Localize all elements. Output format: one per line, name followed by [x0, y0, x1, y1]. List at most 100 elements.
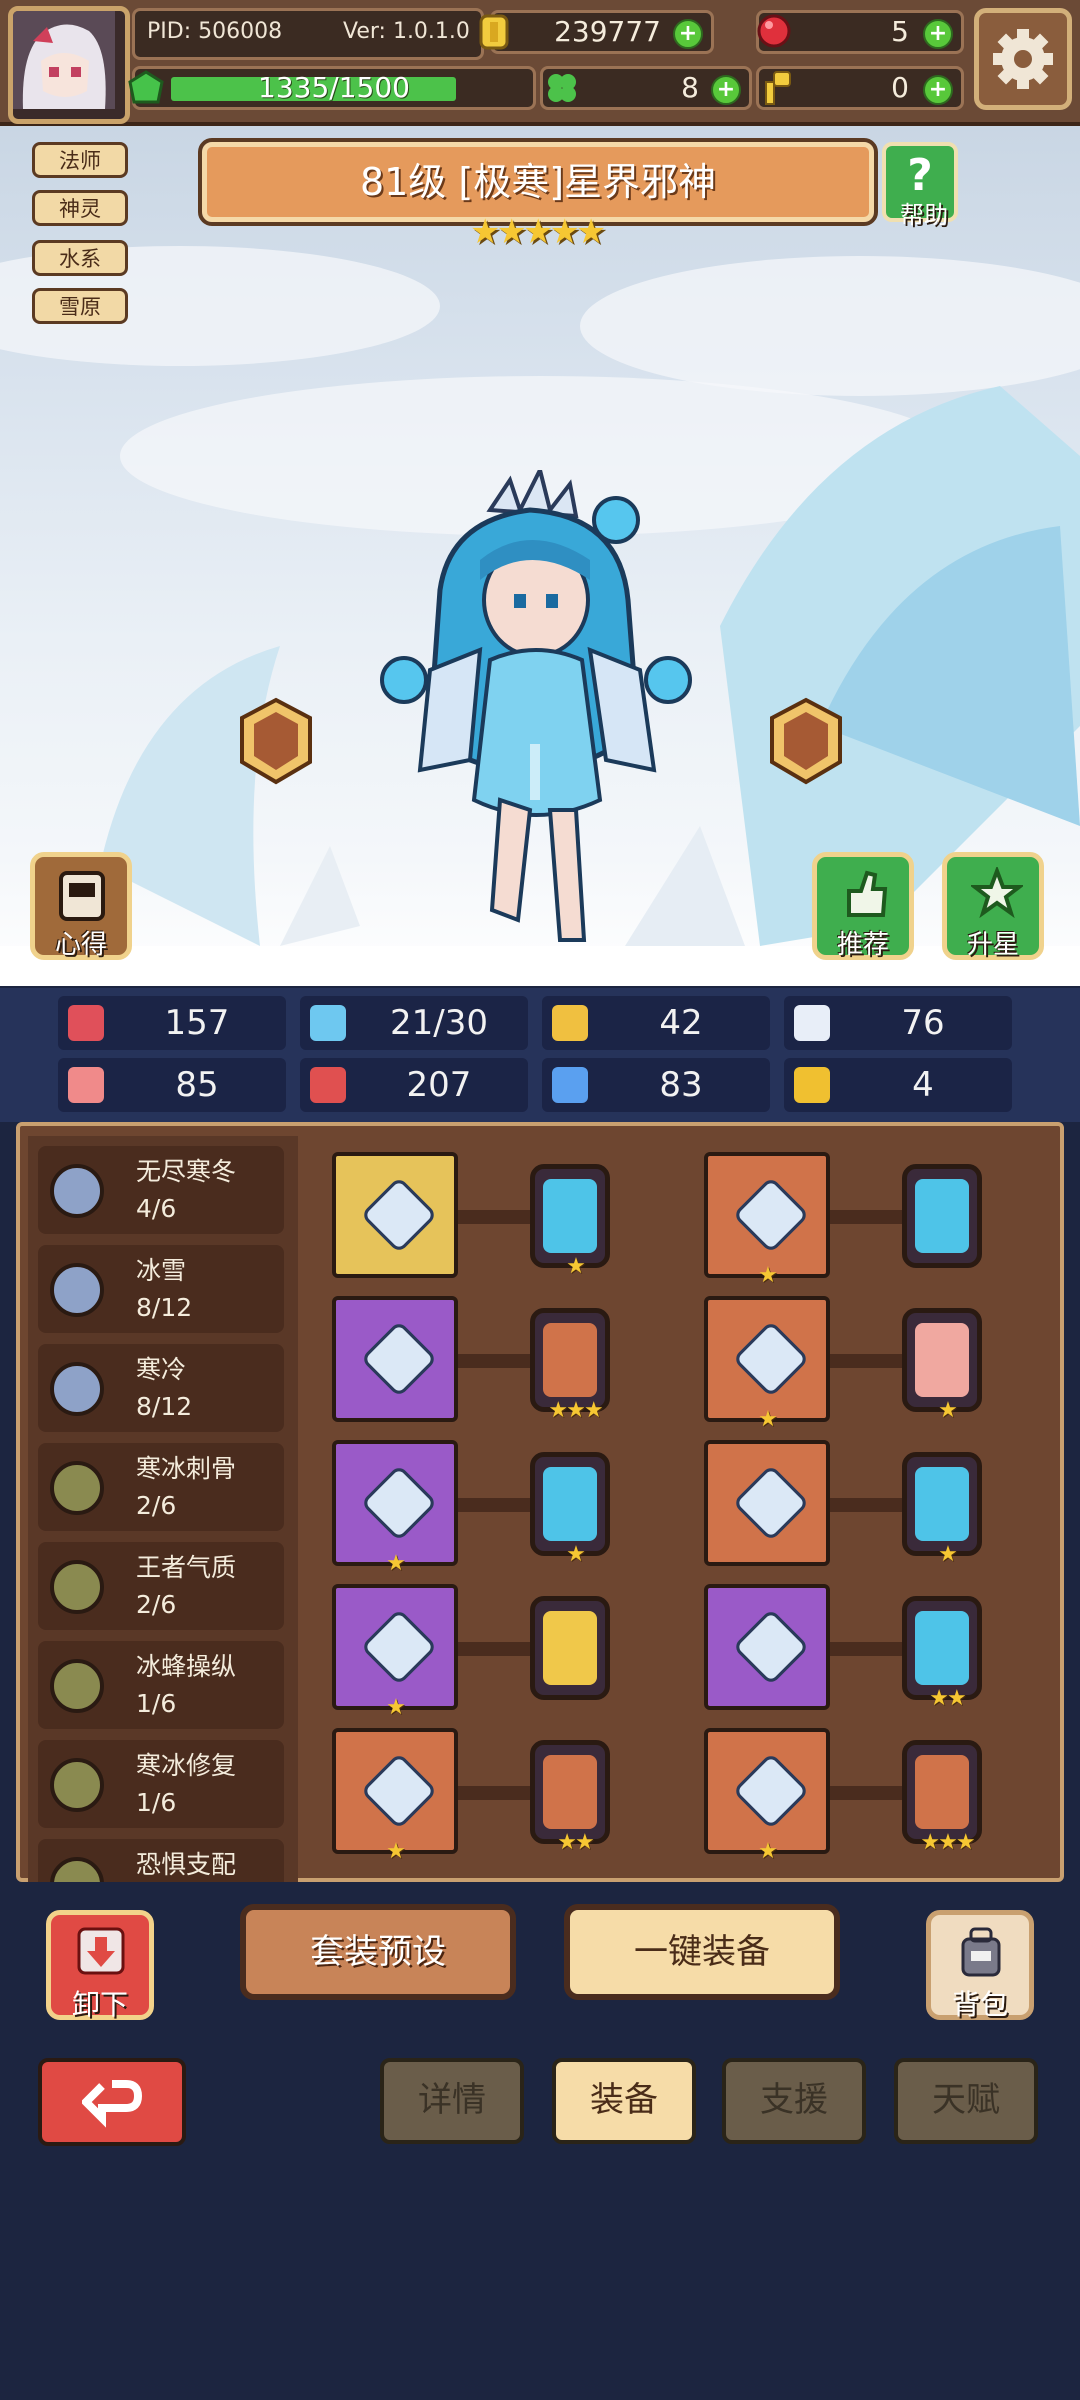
insight-label: 心得	[54, 930, 107, 960]
add-gold-button[interactable]: +	[673, 19, 703, 49]
equip-link	[824, 1354, 902, 1368]
add-clover-button[interactable]: +	[711, 75, 741, 105]
set-progress: 4/6	[136, 1194, 177, 1223]
red-gem-icon	[757, 14, 791, 48]
equip-slot-right-1[interactable]: ★	[704, 1296, 830, 1432]
equip-slot-right-3[interactable]	[704, 1584, 830, 1710]
set-gem-icon	[50, 1263, 104, 1317]
set-bonus-item[interactable]: 王者气质 2/6	[38, 1542, 284, 1630]
cape-icon	[732, 1320, 810, 1398]
set-bonus-list[interactable]: 无尽寒冬 4/6 冰雪 8/12 寒冷 8/12 寒冰刺骨 2/6 王者气质 2/6 冰蜂操纵 1/6…	[28, 1136, 298, 1882]
set-name: 无尽寒冬	[136, 1157, 237, 1186]
rune-slot-right-3[interactable]: ★★	[902, 1596, 982, 1711]
shield-icon	[552, 1005, 588, 1041]
hero-character-sprite	[380, 470, 692, 942]
key-icon	[765, 71, 791, 105]
equip-slot-left-0[interactable]	[332, 1152, 458, 1278]
gold-coin-icon	[479, 14, 509, 50]
set-gem-icon	[50, 1659, 104, 1713]
set-name: 冰蜂操纵	[136, 1652, 237, 1681]
rune-slot-right-1[interactable]: ★	[902, 1308, 982, 1423]
set-gem-icon	[50, 1560, 104, 1614]
wand-icon	[360, 1176, 438, 1254]
hero-title: 81级 [极寒]星界邪神	[359, 160, 717, 204]
tab-support-label: 支援	[760, 2080, 828, 2120]
hero-tag-race: 神灵	[32, 190, 128, 226]
equip-slot-right-4[interactable]: ★	[704, 1728, 830, 1864]
equip-slot-left-3[interactable]: ★	[332, 1584, 458, 1720]
stat-wing: 76	[784, 996, 1012, 1050]
rune-slot-right-0[interactable]	[902, 1164, 982, 1268]
gold-value: 239777	[554, 15, 661, 48]
back-button[interactable]	[38, 2058, 186, 2146]
rune-slot-right-2[interactable]: ★	[902, 1452, 982, 1567]
rune-slot-left-0[interactable]: ★	[530, 1164, 610, 1279]
tab-equipment[interactable]: 装备	[552, 2058, 696, 2144]
stat-book: 207	[300, 1058, 528, 1112]
recommend-label: 推荐	[836, 930, 889, 960]
book-icon	[310, 1067, 346, 1103]
set-gem-icon	[50, 1164, 104, 1218]
set-bonus-item[interactable]: 寒冷 8/12	[38, 1344, 284, 1432]
tab-support[interactable]: 支援	[722, 2058, 866, 2144]
player-avatar[interactable]	[8, 6, 130, 124]
rune-slot-left-4[interactable]: ★★	[530, 1740, 610, 1855]
equip-slot-left-2[interactable]: ★	[332, 1440, 458, 1576]
set-bonus-item[interactable]: 恐惧支配	[38, 1839, 284, 1882]
rune-slot-left-1[interactable]: ★★★	[530, 1308, 610, 1423]
help-label: 帮助	[900, 201, 948, 229]
recommend-button[interactable]: 推荐	[812, 852, 914, 960]
set-bonus-item[interactable]: 冰雪 8/12	[38, 1245, 284, 1333]
stat-value: 85	[175, 1065, 219, 1105]
set-bonus-item[interactable]: 寒冰刺骨 2/6	[38, 1443, 284, 1531]
stat-mana-drop: 21/30	[300, 996, 528, 1050]
rune-slot-right-4[interactable]: ★★★	[902, 1740, 982, 1855]
rune-orange-icon	[543, 1755, 597, 1829]
set-bonus-item[interactable]: 无尽寒冬 4/6	[38, 1146, 284, 1234]
hero-tag-element: 水系	[32, 240, 128, 276]
thumbs-up-icon	[847, 870, 888, 917]
bag-button[interactable]: 背包	[926, 1910, 1034, 2021]
tab-talent[interactable]: 天赋	[894, 2058, 1038, 2144]
equip-stars: ★	[386, 1551, 406, 1576]
stat-value: 21/30	[390, 1003, 488, 1043]
auto-equip-label: 一键装备	[634, 1932, 770, 1972]
svg-text:?: ?	[907, 150, 933, 201]
set-gem-icon	[50, 1857, 104, 1882]
equip-slot-left-4[interactable]: ★	[332, 1728, 458, 1864]
add-gem-button[interactable]: +	[923, 19, 953, 49]
set-preset-button[interactable]: 套装预设	[240, 1904, 516, 2000]
stat-fist: 85	[58, 1058, 286, 1112]
help-button[interactable]: ? 帮助	[882, 142, 958, 229]
set-bonus-item[interactable]: 寒冰修复 1/6	[38, 1740, 284, 1828]
question-icon: ?	[907, 150, 933, 201]
tab-details[interactable]: 详情	[380, 2058, 524, 2144]
set-progress: 1/6	[136, 1788, 177, 1817]
equip-slot-right-0[interactable]: ★	[704, 1152, 830, 1288]
equip-link	[452, 1498, 530, 1512]
auto-equip-button[interactable]: 一键装备	[564, 1904, 840, 2000]
left-skill-emblem-icon[interactable]	[236, 696, 316, 786]
insight-button[interactable]: 心得	[30, 852, 132, 960]
rune-slot-left-3[interactable]	[530, 1596, 610, 1700]
set-progress: 8/12	[136, 1293, 193, 1322]
equip-stars: ★	[758, 1839, 778, 1864]
game-version: Ver: 1.0.1.0	[343, 19, 470, 44]
ice-crown-icon	[360, 1320, 438, 1398]
equip-slot-left-1[interactable]	[332, 1296, 458, 1422]
equip-slot-right-2[interactable]	[704, 1440, 830, 1566]
rune-slot-left-2[interactable]: ★	[530, 1452, 610, 1567]
hero-tag-class: 法师	[32, 142, 128, 178]
stat-value: 83	[659, 1065, 703, 1105]
set-bonus-item[interactable]: 冰蜂操纵 1/6	[38, 1641, 284, 1729]
upstar-label: 升星	[966, 930, 1019, 960]
upstar-button[interactable]: 升星	[942, 852, 1044, 960]
add-key-button[interactable]: +	[923, 75, 953, 105]
gold-counter: 239777 +	[490, 10, 714, 54]
settings-button[interactable]	[974, 8, 1072, 110]
right-skill-emblem-icon[interactable]	[766, 696, 846, 786]
rune-stars: ★★	[557, 1830, 594, 1855]
wing-icon	[794, 1005, 830, 1041]
unequip-button[interactable]: 卸下	[46, 1910, 154, 2021]
unequip-label: 卸下	[71, 1988, 128, 2021]
